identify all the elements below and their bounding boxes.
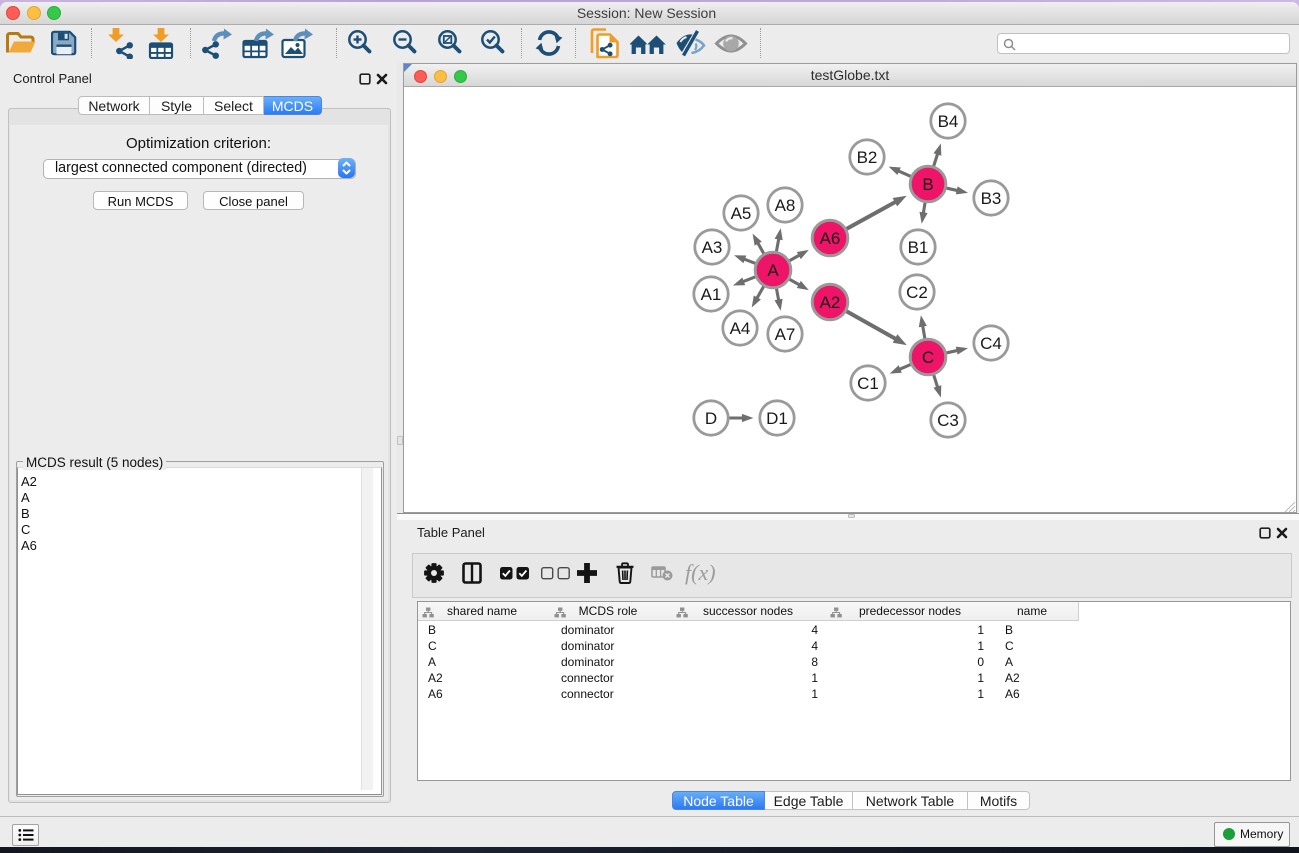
svg-text:A5: A5	[731, 204, 752, 223]
svg-text:A3: A3	[702, 238, 723, 257]
svg-text:C: C	[922, 348, 934, 367]
svg-text:B3: B3	[981, 189, 1002, 208]
svg-text:A1: A1	[701, 285, 722, 304]
svg-text:B4: B4	[938, 112, 959, 131]
svg-text:C2: C2	[906, 283, 928, 302]
svg-text:C4: C4	[980, 334, 1002, 353]
svg-text:C3: C3	[937, 411, 959, 430]
svg-text:B: B	[922, 175, 933, 194]
svg-text:B2: B2	[857, 148, 878, 167]
svg-text:A4: A4	[730, 319, 751, 338]
svg-text:A7: A7	[775, 325, 796, 344]
svg-text:D: D	[705, 409, 717, 428]
svg-text:D1: D1	[766, 409, 788, 428]
svg-text:B1: B1	[908, 238, 929, 257]
svg-text:C1: C1	[857, 374, 879, 393]
svg-text:A6: A6	[820, 229, 841, 248]
svg-text:A8: A8	[775, 196, 796, 215]
svg-text:A2: A2	[820, 293, 841, 312]
svg-text:A: A	[767, 261, 779, 280]
